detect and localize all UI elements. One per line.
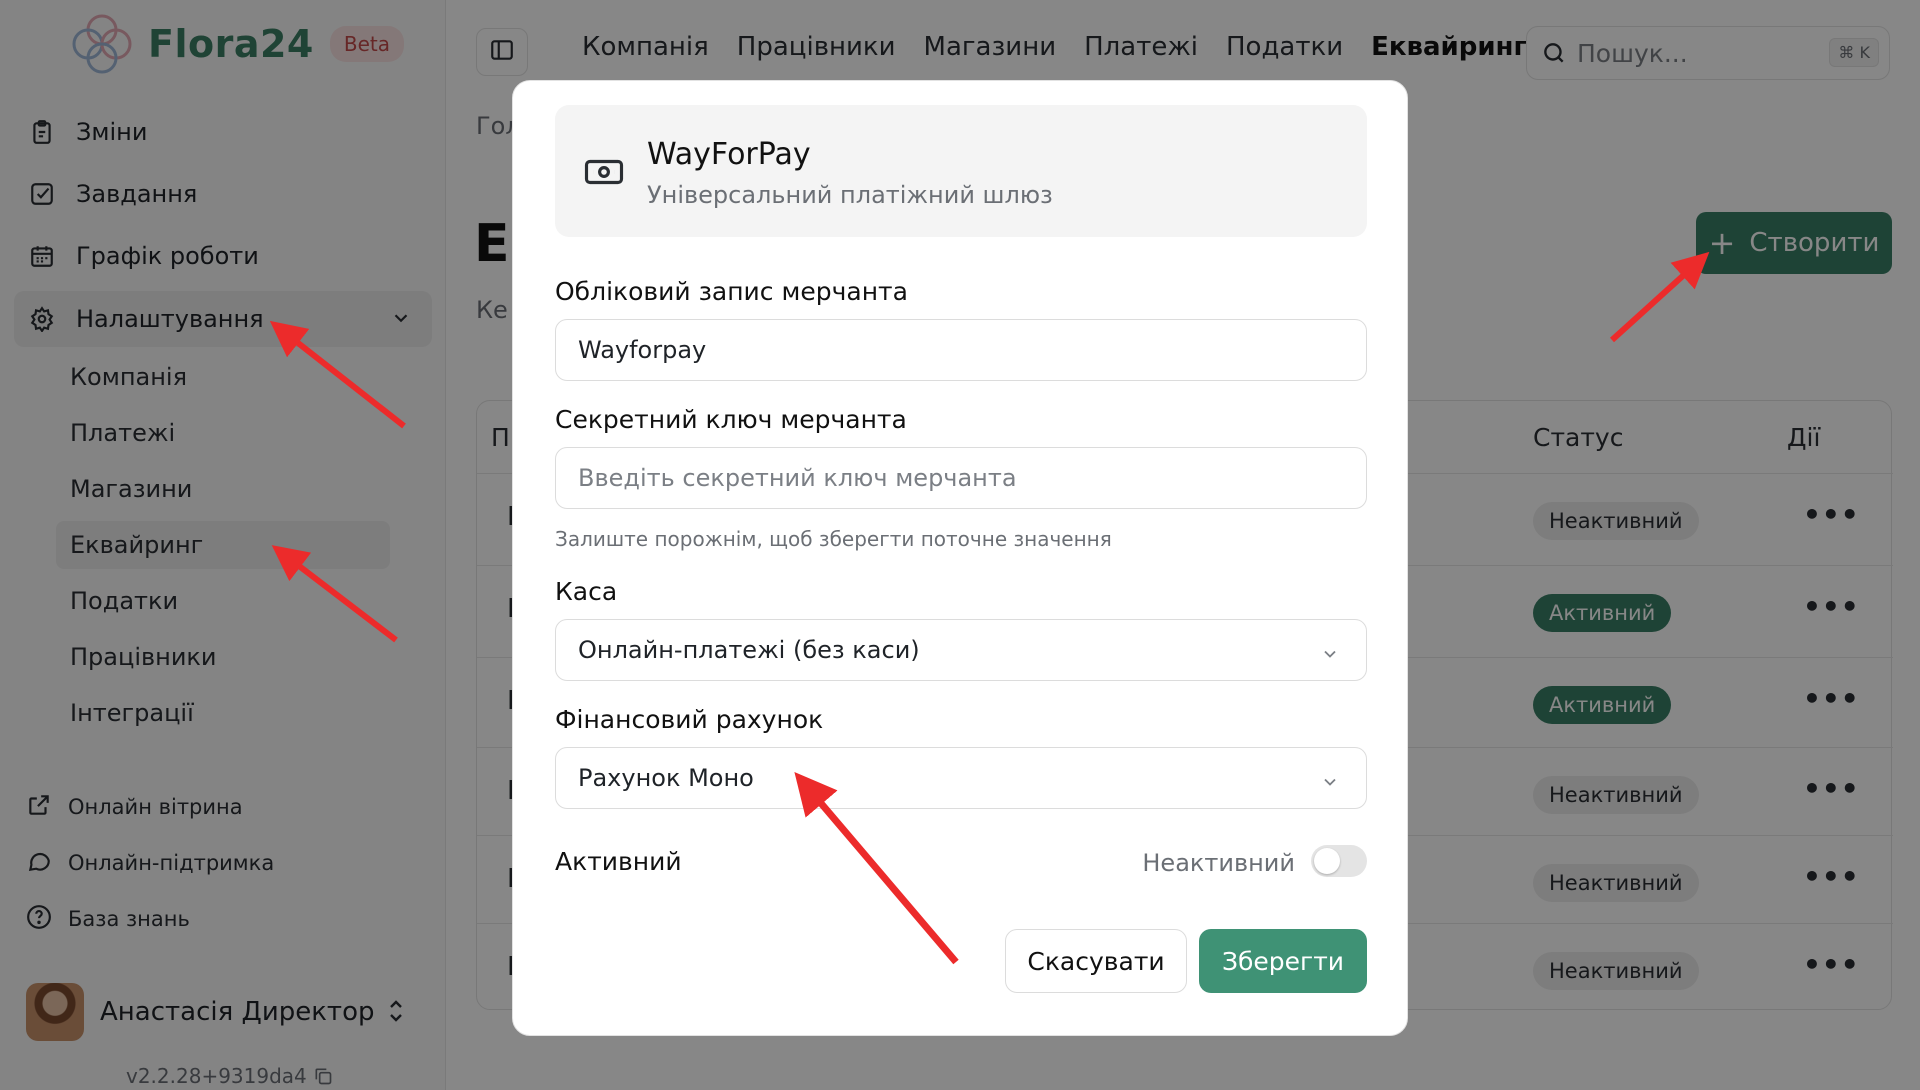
merchant-account-field[interactable]: Wayforpay [555, 319, 1367, 381]
secret-key-hint: Залиште порожнім, щоб зберегти поточне з… [555, 527, 1112, 551]
cash-register-label: Каса [555, 577, 618, 606]
cancel-button[interactable]: Скасувати [1005, 929, 1187, 993]
active-label: Активний [555, 847, 682, 876]
active-switch[interactable] [1311, 845, 1367, 877]
chevron-down-icon [1320, 642, 1340, 670]
chevron-down-icon [1320, 770, 1340, 798]
cash-register-select[interactable]: Онлайн-платежі (без каси) [555, 619, 1367, 681]
switch-knob [1314, 848, 1340, 874]
financial-account-value: Рахунок Моно [578, 764, 754, 792]
gateway-subtitle: Універсальний платіжний шлюз [647, 181, 1053, 209]
secret-key-field[interactable]: Введіть секретний ключ мерчанта [555, 447, 1367, 509]
financial-account-label: Фінансовий рахунок [555, 705, 824, 734]
cash-register-value: Онлайн-платежі (без каси) [578, 636, 920, 664]
save-button[interactable]: Зберегти [1199, 929, 1367, 993]
gateway-card: WayForPay Універсальний платіжний шлюз [555, 105, 1367, 237]
banknote-icon [583, 151, 625, 197]
gateway-title: WayForPay [647, 137, 811, 172]
active-toggle-row: Активний Неактивний [555, 839, 1367, 889]
financial-account-select[interactable]: Рахунок Моно [555, 747, 1367, 809]
active-state-text: Неактивний [1142, 849, 1295, 877]
merchant-account-label: Обліковий запис мерчанта [555, 277, 908, 306]
secret-key-label: Секретний ключ мерчанта [555, 405, 907, 434]
acquiring-edit-dialog: WayForPay Універсальний платіжний шлюз О… [512, 80, 1408, 1036]
